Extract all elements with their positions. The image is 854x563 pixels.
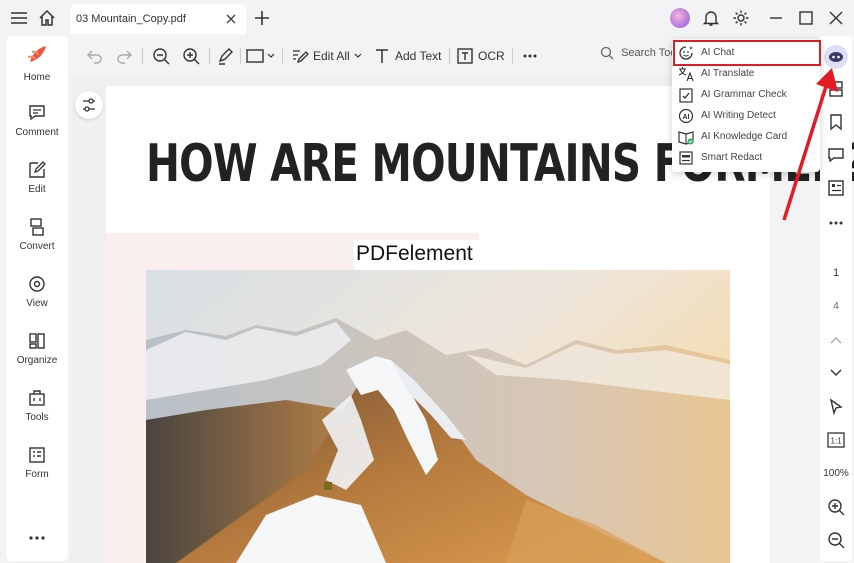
- page-heading: HOW ARE MOUNTAINS FORMED?: [146, 134, 854, 194]
- translate-icon: [678, 66, 694, 81]
- avatar[interactable]: [670, 8, 690, 28]
- ocr-icon: [457, 48, 473, 64]
- smart-redact-icon: [679, 150, 693, 165]
- sidebar-item-convert[interactable]: Convert: [6, 217, 68, 252]
- zoom-out-icon[interactable]: [152, 46, 170, 66]
- edit-all-label: Edit All: [313, 49, 350, 63]
- sliders-icon: [83, 98, 95, 112]
- grammar-check-icon: [679, 87, 693, 103]
- organize-icon: [29, 333, 45, 349]
- bell-icon[interactable]: [701, 8, 721, 28]
- sidebar-item-label: Home: [23, 72, 51, 83]
- rectangle-icon: [246, 49, 275, 63]
- divider: [142, 48, 143, 64]
- zoom-out-side-icon[interactable]: [826, 530, 846, 550]
- zoom-level[interactable]: 100%: [820, 468, 852, 479]
- zoom-in-side-icon[interactable]: [826, 497, 846, 517]
- view-icon: [29, 276, 45, 292]
- gear-icon[interactable]: [731, 8, 751, 28]
- edit-pen-icon: [293, 50, 309, 64]
- sidebar-item-label: Organize: [16, 355, 58, 366]
- close-tab-icon[interactable]: [224, 12, 238, 26]
- page-down-icon[interactable]: [826, 363, 846, 383]
- edit-icon: [29, 161, 46, 178]
- more-tools-icon[interactable]: [522, 46, 538, 66]
- page-settings-button[interactable]: [75, 91, 103, 119]
- sidebar-item-label: Tools: [25, 412, 49, 423]
- home-icon[interactable]: [37, 8, 57, 28]
- document-tab-title: 03 Mountain_Copy.pdf: [76, 13, 186, 25]
- text-icon: [376, 49, 388, 63]
- sidebar-item-label: Comment: [15, 127, 59, 138]
- menu-item-label: AI Translate: [701, 68, 755, 79]
- new-tab-icon[interactable]: [252, 8, 272, 28]
- divider: [240, 48, 241, 64]
- chevron-down-icon: [354, 53, 362, 58]
- search-placeholder: Search Tool: [621, 47, 679, 59]
- sidebar-item-label: Convert: [19, 241, 55, 252]
- sidebar-item-organize[interactable]: Organize: [6, 331, 68, 366]
- menu-item-label: AI Writing Detect: [701, 110, 776, 121]
- highlighter-icon[interactable]: [216, 46, 234, 66]
- add-text-button[interactable]: Add Text: [374, 46, 441, 66]
- document-tab[interactable]: 03 Mountain_Copy.pdf: [70, 4, 246, 34]
- shape-dropdown[interactable]: [246, 46, 276, 66]
- knowledge-card-icon: [678, 130, 694, 145]
- menu-icon[interactable]: [9, 8, 29, 28]
- annotation-arrow: [782, 68, 838, 221]
- minimize-icon[interactable]: [766, 8, 786, 28]
- pdfelement-logo-icon: [27, 46, 46, 62]
- sidebar-item-tools[interactable]: Tools: [6, 388, 68, 423]
- ocr-button[interactable]: OCR: [456, 46, 505, 66]
- search-icon: [600, 46, 614, 60]
- menu-item-label: Smart Redact: [701, 152, 763, 163]
- sidebar-item-home[interactable]: Home: [6, 42, 68, 83]
- sidebar-item-label: Form: [25, 469, 49, 480]
- writing-detect-icon: AI: [678, 108, 694, 123]
- svg-text:AI: AI: [683, 114, 690, 121]
- convert-icon: [30, 218, 44, 236]
- toolbox-icon: [29, 390, 45, 406]
- page-up-icon[interactable]: [826, 330, 846, 350]
- current-page[interactable]: 1: [820, 267, 852, 279]
- sidebar-item-view[interactable]: View: [6, 274, 68, 309]
- actual-size-button[interactable]: 1:1: [826, 430, 846, 450]
- title-bar: 03 Mountain_Copy.pdf: [0, 0, 854, 36]
- watermark-text: PDFelement: [356, 242, 473, 265]
- select-cursor-icon[interactable]: [826, 397, 846, 417]
- actual-size-label: 1:1: [830, 437, 842, 446]
- sidebar-item-comment[interactable]: Comment: [6, 103, 68, 138]
- add-text-label: Add Text: [395, 49, 442, 63]
- sidebar-item-label: View: [26, 298, 48, 309]
- left-sidebar: Home Comment Edit Convert View Organize …: [6, 36, 68, 561]
- more-icon[interactable]: [6, 533, 68, 547]
- divider: [209, 48, 210, 64]
- sidebar-item-label: Edit: [28, 184, 46, 195]
- comment-icon: [29, 105, 45, 121]
- mountain-photo: [146, 270, 730, 563]
- sidebar-item-edit[interactable]: Edit: [6, 160, 68, 195]
- form-icon: [29, 447, 45, 463]
- close-window-icon[interactable]: [826, 8, 846, 28]
- divider: [282, 48, 283, 64]
- zoom-in-icon[interactable]: [182, 46, 200, 66]
- sidebar-item-form[interactable]: Form: [6, 445, 68, 480]
- total-pages: 4: [833, 301, 839, 312]
- search-tool[interactable]: Search Tool: [600, 46, 679, 60]
- maximize-icon[interactable]: [796, 8, 816, 28]
- ocr-label: OCR: [478, 49, 505, 63]
- divider: [449, 48, 450, 64]
- divider: [512, 48, 513, 64]
- redo-icon[interactable]: [115, 46, 133, 66]
- edit-all-button[interactable]: Edit All: [291, 46, 363, 66]
- undo-icon[interactable]: [86, 46, 104, 66]
